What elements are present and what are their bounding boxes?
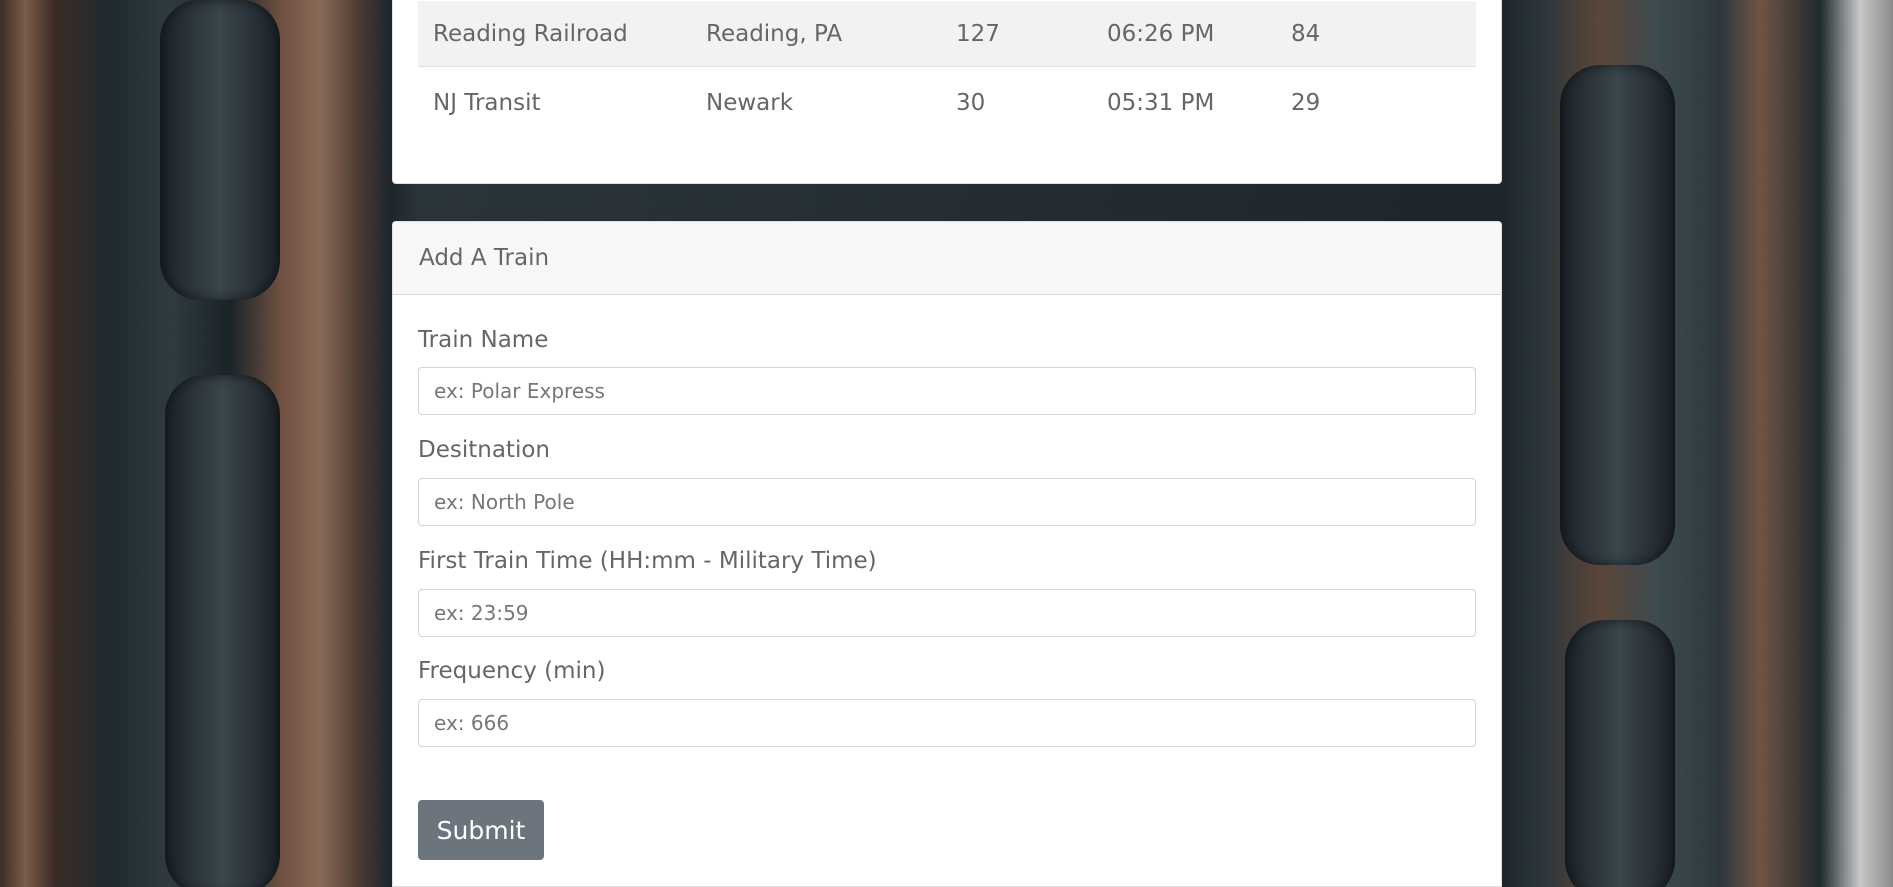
train-schedule-card: Reading Railroad Reading, PA 127 06:26 P… [392, 0, 1502, 184]
frequency-group: Frequency (min) [418, 656, 1476, 747]
add-train-header: Add A Train [393, 222, 1501, 295]
background-tank-car [1560, 65, 1675, 565]
train-name-label: Train Name [418, 327, 549, 353]
frequency-input[interactable] [418, 699, 1476, 747]
background-tank-car [160, 0, 280, 300]
train-name-cell: Reading Railroad [418, 1, 691, 67]
background-tank-car [165, 375, 280, 887]
frequency-label: Frequency (min) [418, 658, 606, 684]
minutes-away-cell: 84 [1276, 1, 1476, 67]
next-arrival-cell: 06:26 PM [1092, 1, 1276, 67]
destination-cell: Reading, PA [691, 1, 941, 67]
first-train-time-label: First Train Time (HH:mm - Military Time) [418, 548, 877, 574]
add-train-card: Add A Train Train Name Desitnation First… [392, 221, 1502, 887]
frequency-cell: 127 [941, 1, 1092, 67]
train-name-input[interactable] [418, 367, 1476, 415]
frequency-cell: 30 [956, 90, 986, 116]
train-name-cell: NJ Transit [433, 90, 541, 116]
train-name-group: Train Name [418, 325, 1476, 415]
background-tank-car [1565, 620, 1675, 887]
destination-cell: Newark [706, 90, 794, 116]
table-row: NJ Transit Newark 30 05:31 PM 29 [418, 67, 1476, 140]
table-row: Reading Railroad Reading, PA 127 06:26 P… [418, 1, 1476, 67]
train-schedule-table: Reading Railroad Reading, PA 127 06:26 P… [418, 1, 1476, 139]
add-train-form: Train Name Desitnation First Train Time … [393, 325, 1501, 747]
destination-label: Desitnation [418, 437, 550, 463]
destination-group: Desitnation [418, 435, 1476, 526]
destination-input[interactable] [418, 478, 1476, 526]
minutes-away-cell: 29 [1291, 90, 1321, 116]
submit-button[interactable]: Submit [418, 800, 544, 860]
first-train-time-group: First Train Time (HH:mm - Military Time) [418, 546, 1476, 637]
first-train-time-input[interactable] [418, 589, 1476, 637]
next-arrival-cell: 05:31 PM [1107, 90, 1215, 116]
